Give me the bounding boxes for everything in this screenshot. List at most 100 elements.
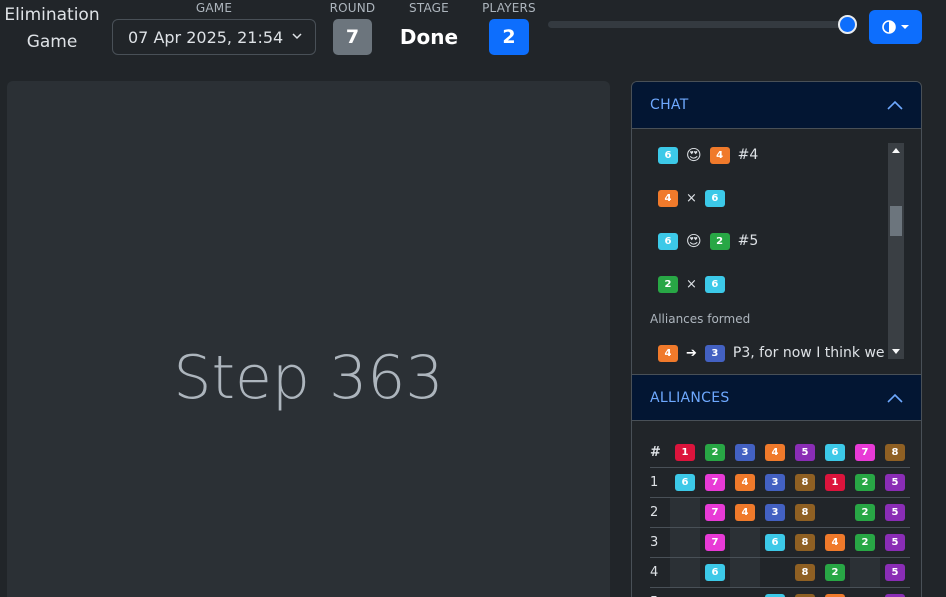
- stage-value: Done: [399, 25, 459, 49]
- players-badge: 2: [489, 19, 529, 55]
- table-cell: [670, 556, 700, 587]
- row-number: 4: [650, 556, 670, 587]
- player-badge: 6: [658, 146, 678, 164]
- table-cell: 3: [760, 496, 790, 527]
- table-cell: 3: [760, 466, 790, 497]
- table-cell: 6: [700, 556, 730, 587]
- table-cell: [670, 496, 700, 527]
- app-title: Elimination Game: [4, 5, 100, 52]
- table-cell: 6: [760, 586, 790, 597]
- table-cell: [730, 556, 760, 587]
- player-badge: 4: [735, 473, 755, 491]
- table-cell: 5: [880, 496, 910, 527]
- round-badge: 7: [333, 19, 372, 55]
- player-badge: 4: [658, 189, 678, 207]
- table-cell: 4: [820, 526, 850, 557]
- table-header-row: # 12345678: [650, 439, 910, 467]
- table-cell: 2: [850, 496, 880, 527]
- timeline-slider-thumb[interactable]: [838, 15, 857, 34]
- table-cell: 5: [880, 526, 910, 557]
- player-badge: 2: [705, 444, 725, 462]
- column-header-player: 3: [730, 439, 760, 467]
- table-cell: [850, 586, 880, 597]
- player-badge: 7: [705, 473, 725, 491]
- chat-row: 4 × 6: [658, 188, 725, 208]
- scrollbar-thumb[interactable]: [890, 206, 902, 236]
- player-badge: 3: [765, 503, 785, 521]
- chevron-up-icon: [887, 393, 903, 403]
- heart-eyes-emoji: 😍: [686, 232, 702, 250]
- player-badge: 3: [704, 344, 725, 362]
- column-header-player: 5: [790, 439, 820, 467]
- player-badge: 6: [825, 444, 845, 462]
- heart-eyes-emoji: 😍: [686, 146, 702, 164]
- table-row: 2743825: [650, 496, 910, 527]
- chevron-up-icon: [887, 100, 903, 110]
- player-badge: 6: [658, 232, 678, 250]
- column-header-hash: #: [650, 445, 661, 461]
- player-badge: 6: [704, 189, 725, 207]
- row-number: 5: [650, 586, 670, 597]
- table-cell: 1: [820, 466, 850, 497]
- table-cell: 4: [730, 496, 760, 527]
- table-cell: 7: [700, 466, 730, 497]
- alliances-title: ALLIANCES: [650, 390, 730, 406]
- arrow-right-icon: ➔: [686, 345, 697, 361]
- side-panel: CHAT 6 😍 4 #4 4 × 6 6 😍 2 #5 2 × 6 Allia…: [631, 81, 922, 597]
- times-icon: ×: [686, 276, 697, 292]
- half-circle-icon: [882, 20, 896, 34]
- alliances-table: # 12345678 16743812527438253768425468255…: [650, 439, 910, 597]
- chat-accordion-header[interactable]: CHAT: [632, 82, 921, 129]
- player-badge: 2: [855, 533, 875, 551]
- timeline-slider-track[interactable]: [548, 21, 850, 28]
- top-header: Elimination Game GAME 07 Apr 2025, 21:54…: [0, 0, 934, 66]
- player-badge: 2: [825, 563, 845, 581]
- table-cell: 7: [700, 526, 730, 557]
- player-badge: 5: [795, 444, 815, 462]
- chat-row: 2 × 6: [658, 274, 725, 294]
- player-badge: 8: [795, 473, 815, 491]
- player-badge: 7: [705, 533, 725, 551]
- game-canvas-panel: Step 363: [7, 81, 610, 597]
- player-badge: 6: [705, 563, 725, 581]
- player-badge: 8: [795, 533, 815, 551]
- chat-scrollbar[interactable]: [888, 143, 904, 359]
- chat-text: #4: [737, 147, 759, 163]
- alliances-accordion-header[interactable]: ALLIANCES: [632, 374, 921, 421]
- chat-row: 4 ➔ 3 P3, for now I think we: [658, 343, 885, 363]
- column-header-player: 4: [760, 439, 790, 467]
- player-badge: 7: [855, 444, 875, 462]
- player-badge: 5: [885, 533, 905, 551]
- table-cell: 8: [790, 556, 820, 587]
- caret-down-icon: [901, 25, 909, 29]
- table-cell: 4: [730, 466, 760, 497]
- player-badge: 8: [795, 563, 815, 581]
- scroll-up-icon[interactable]: [892, 148, 900, 153]
- column-header-player: 6: [820, 439, 850, 467]
- table-cell: 2: [820, 556, 850, 587]
- chat-log[interactable]: 6 😍 4 #4 4 × 6 6 😍 2 #5 2 × 6 Alliances …: [632, 129, 921, 374]
- table-cell: 8: [790, 496, 820, 527]
- step-counter: Step 363: [173, 343, 444, 413]
- game-select[interactable]: 07 Apr 2025, 21:54: [112, 19, 316, 55]
- theme-toggle-button[interactable]: [869, 10, 922, 44]
- chat-row: 6 😍 2 #5: [658, 231, 758, 251]
- row-number: 3: [650, 526, 670, 557]
- table-cell: 8: [790, 586, 820, 597]
- player-badge: 4: [709, 146, 730, 164]
- table-cell: [820, 496, 850, 527]
- row-number: 2: [650, 496, 670, 527]
- player-badge: 6: [765, 533, 785, 551]
- table-cell: [730, 526, 760, 557]
- chat-text: P3, for now I think we: [732, 345, 885, 361]
- round-label: ROUND: [329, 1, 376, 15]
- player-badge: 4: [658, 344, 678, 362]
- table-cell: [670, 586, 700, 597]
- scroll-down-icon[interactable]: [892, 349, 900, 354]
- player-badge: 8: [795, 503, 815, 521]
- chat-title: CHAT: [650, 97, 689, 113]
- table-cell: 5: [880, 466, 910, 497]
- column-header-player: 2: [700, 439, 730, 467]
- table-cell: 8: [790, 526, 820, 557]
- player-badge: 8: [885, 444, 905, 462]
